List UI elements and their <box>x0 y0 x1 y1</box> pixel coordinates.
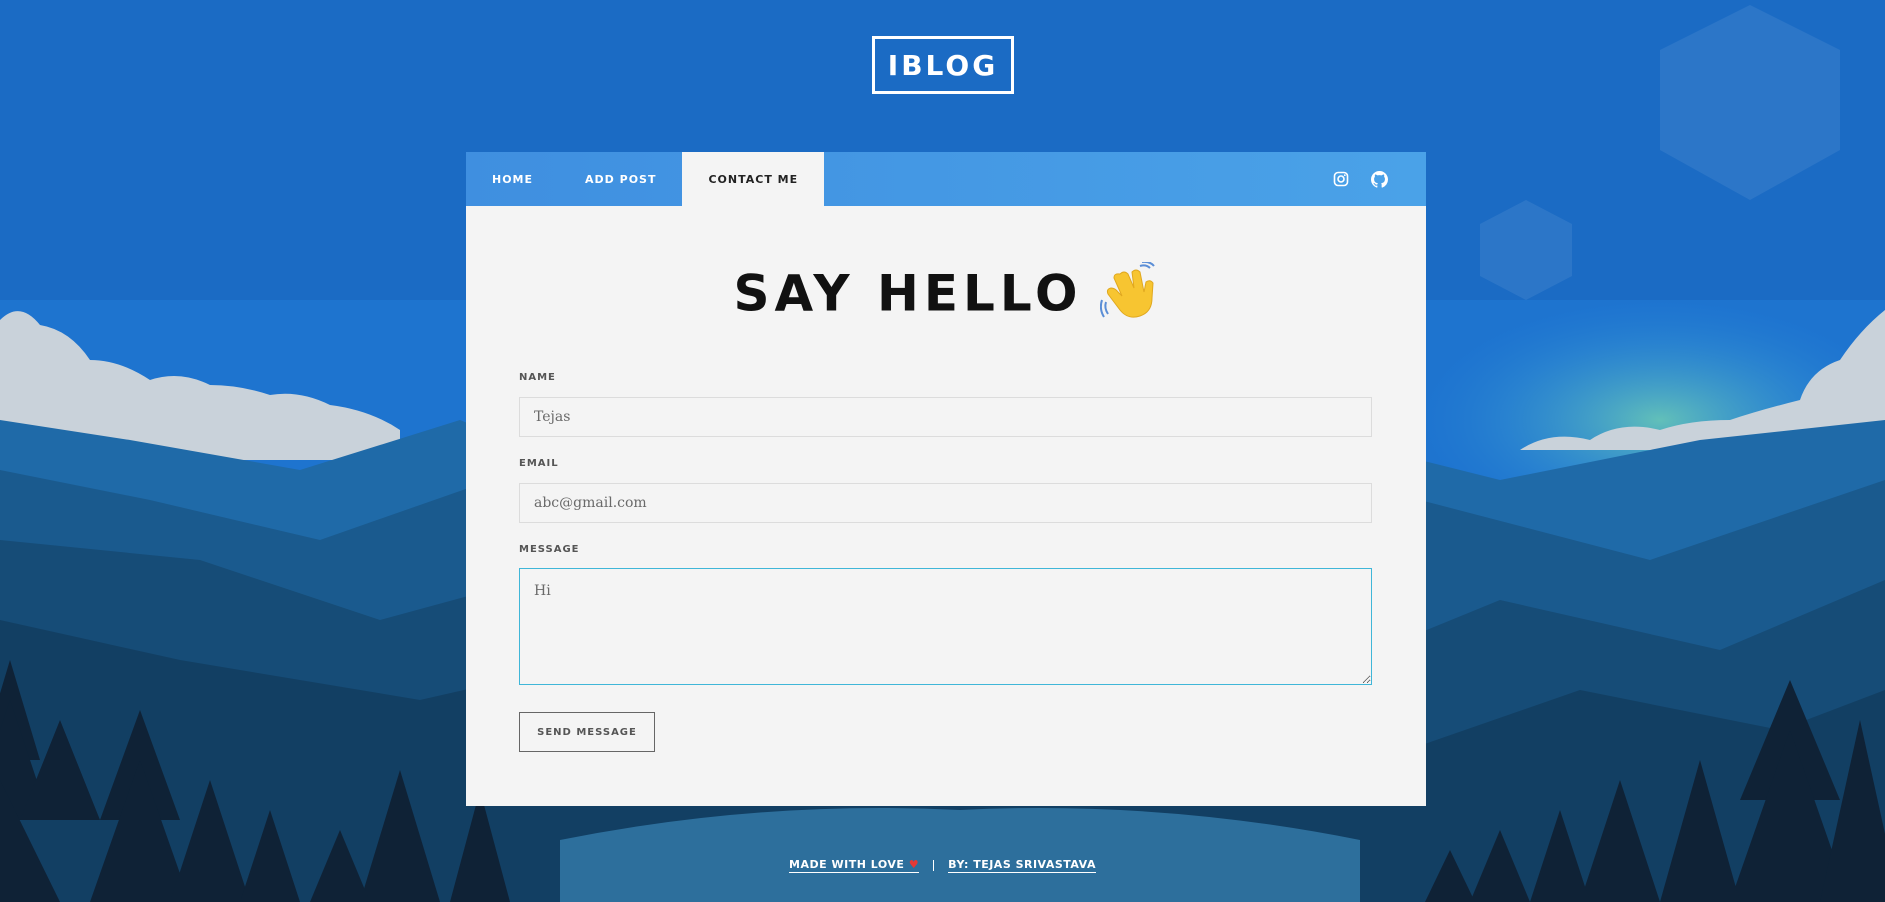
site-logo[interactable]: IBLOG <box>872 36 1014 94</box>
page-title: SAY HELLO <box>466 260 1426 332</box>
instagram-icon[interactable] <box>1333 171 1349 187</box>
waving-hand-icon <box>1100 260 1158 332</box>
github-icon[interactable] <box>1371 170 1388 188</box>
site-footer: MADE WITH LOVE ♥ BY: TEJAS SRIVASTAVA <box>0 858 1885 873</box>
contact-form-panel: SAY HELLO NAME EMAIL MESSAGE Hi SEND MES… <box>466 206 1426 806</box>
made-with-love-text: MADE WITH LOVE <box>789 858 905 871</box>
nav-add-post[interactable]: ADD POST <box>559 152 682 206</box>
send-message-button[interactable]: SEND MESSAGE <box>519 712 655 752</box>
nav-contact-me[interactable]: CONTACT ME <box>682 152 825 206</box>
name-label: NAME <box>519 372 556 383</box>
author-link[interactable]: BY: TEJAS SRIVASTAVA <box>948 858 1096 873</box>
message-field[interactable]: Hi <box>519 568 1372 685</box>
name-field[interactable] <box>519 397 1372 437</box>
social-links <box>1333 152 1388 206</box>
heart-icon: ♥ <box>908 858 920 871</box>
email-label: EMAIL <box>519 458 559 469</box>
email-field[interactable] <box>519 483 1372 523</box>
contact-card: HOME ADD POST CONTACT ME SAY HELLO NAME … <box>466 152 1426 806</box>
page-title-text: SAY HELLO <box>733 264 1083 323</box>
footer-divider <box>933 859 935 871</box>
made-with-love-link[interactable]: MADE WITH LOVE ♥ <box>789 858 920 873</box>
nav-home[interactable]: HOME <box>466 152 559 206</box>
top-navbar: HOME ADD POST CONTACT ME <box>466 152 1426 206</box>
message-label: MESSAGE <box>519 544 580 555</box>
